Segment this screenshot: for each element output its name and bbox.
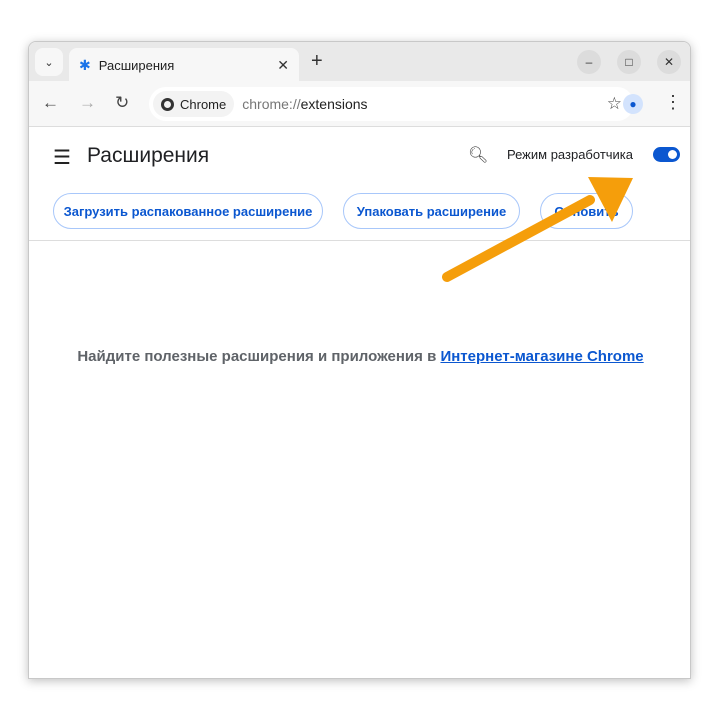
- annotation-arrow: [442, 177, 633, 282]
- arrow-shaft: [442, 195, 595, 282]
